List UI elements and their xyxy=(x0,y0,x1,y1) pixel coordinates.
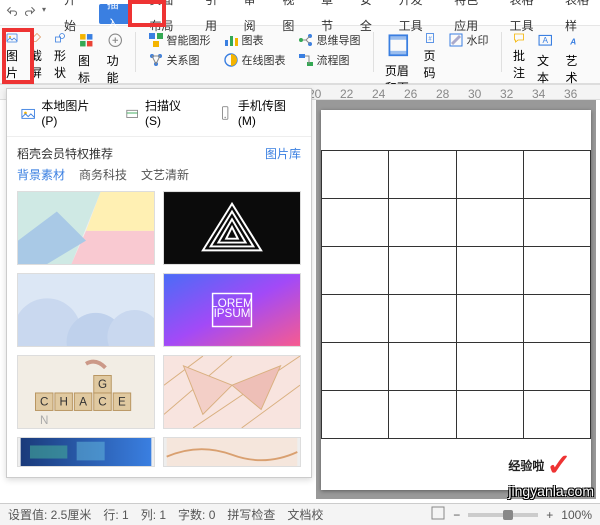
status-bar: 设置值: 2.5厘米 行: 1 列: 1 字数: 0 拼写检查 文档校 − + … xyxy=(0,503,600,525)
status-docfix[interactable]: 文档校 xyxy=(287,506,323,523)
svg-text:A: A xyxy=(570,37,577,46)
cat-background[interactable]: 背景素材 xyxy=(17,166,65,183)
zoom-value[interactable]: 100% xyxy=(561,508,592,522)
thumb-7[interactable] xyxy=(17,437,155,467)
watermark-button[interactable]: 水印 xyxy=(448,32,489,48)
relation-button[interactable]: 关系图 xyxy=(148,52,211,68)
svg-text:C: C xyxy=(40,396,48,409)
thumbnail-grid: LOREMIPSUM CHAGCEN xyxy=(7,191,311,477)
category-tabs: 背景素材 商务科技 文艺清新 xyxy=(7,166,311,191)
quick-access-toolbar: ▾ xyxy=(6,5,46,20)
shapes-label: 形状 xyxy=(54,49,66,80)
flowchart-button[interactable]: 流程图 xyxy=(298,52,361,68)
check-icon: ✓ xyxy=(546,448,571,483)
shapes-button[interactable]: 形状 xyxy=(54,32,66,81)
thumb-8[interactable] xyxy=(163,437,301,467)
cat-fresh[interactable]: 文艺清新 xyxy=(141,166,189,183)
picture-dropdown-panel: 本地图片(P) 扫描仪(S) 手机传图(M) 稻壳会员特权推荐 图片库 背景素材… xyxy=(6,88,312,478)
tab-bar: ▾ 开始 插入 页面布局 引用 审阅 视图 章节 安全 开发工具 特色应用 表格… xyxy=(0,0,600,26)
status-row: 行: 1 xyxy=(103,506,128,523)
smartart-button[interactable]: 智能图形 xyxy=(148,32,211,48)
menu-local-picture[interactable]: 本地图片(P) xyxy=(15,95,105,130)
chart-button[interactable]: 图表 xyxy=(223,32,286,48)
mobile-icon xyxy=(218,105,232,121)
gallery-link[interactable]: 图片库 xyxy=(265,145,301,162)
svg-text:A: A xyxy=(79,396,87,409)
cat-business[interactable]: 商务科技 xyxy=(79,166,127,183)
view-mode-icon[interactable] xyxy=(431,506,445,523)
picture-menu-row: 本地图片(P) 扫描仪(S) 手机传图(M) xyxy=(7,89,311,137)
status-spellcheck[interactable]: 拼写检查 xyxy=(227,506,275,523)
menu-scanner[interactable]: 扫描仪(S) xyxy=(119,95,198,130)
screenshot-label: 截屏 xyxy=(30,49,42,80)
status-setvalue[interactable]: 设置值: 2.5厘米 xyxy=(8,506,91,523)
document-area xyxy=(316,100,596,499)
zoom-in-button[interactable]: + xyxy=(546,508,553,522)
svg-text:N: N xyxy=(40,414,48,427)
pagenumber-button[interactable]: # 页码 xyxy=(424,32,436,81)
tab-insert[interactable]: 插入 xyxy=(99,4,132,24)
comment-button[interactable]: 批注 xyxy=(513,32,525,81)
mindmap-button[interactable]: 思维导图 xyxy=(298,32,361,48)
thumb-1[interactable] xyxy=(17,191,155,265)
svg-text:#: # xyxy=(428,37,432,43)
document-table[interactable] xyxy=(321,150,591,439)
thumb-5[interactable]: CHAGCEN xyxy=(17,355,155,429)
picture-label: 图片 xyxy=(6,49,18,80)
svg-text:A: A xyxy=(542,36,548,45)
thumb-3[interactable] xyxy=(17,273,155,347)
thumb-6[interactable] xyxy=(163,355,301,429)
thumb-2[interactable] xyxy=(163,191,301,265)
svg-text:E: E xyxy=(118,396,126,409)
onlinechart-button[interactable]: 在线图表 xyxy=(223,52,286,68)
zoom-slider[interactable] xyxy=(468,513,538,517)
scanner-icon xyxy=(125,105,139,121)
zoom-out-button[interactable]: − xyxy=(453,508,460,522)
qat-more-icon[interactable]: ▾ xyxy=(42,5,46,20)
picture-button[interactable]: 图片 xyxy=(6,32,18,81)
svg-text:H: H xyxy=(59,396,67,409)
thumb-4[interactable]: LOREMIPSUM xyxy=(163,273,301,347)
folder-icon xyxy=(21,105,35,121)
status-col: 列: 1 xyxy=(141,506,166,523)
menu-mobile[interactable]: 手机传图(M) xyxy=(212,95,303,130)
screenshot-button[interactable]: 截屏 xyxy=(30,32,42,81)
panel-title: 稻壳会员特权推荐 xyxy=(17,145,113,162)
svg-text:G: G xyxy=(98,378,107,391)
watermark-overlay: 经验啦✓ jingyanla.com xyxy=(508,448,594,499)
status-words[interactable]: 字数: 0 xyxy=(178,506,215,523)
redo-icon[interactable] xyxy=(24,5,36,20)
document-page[interactable] xyxy=(321,110,591,490)
undo-icon[interactable] xyxy=(6,5,18,20)
svg-text:IPSUM: IPSUM xyxy=(214,307,251,320)
svg-text:C: C xyxy=(98,396,106,409)
